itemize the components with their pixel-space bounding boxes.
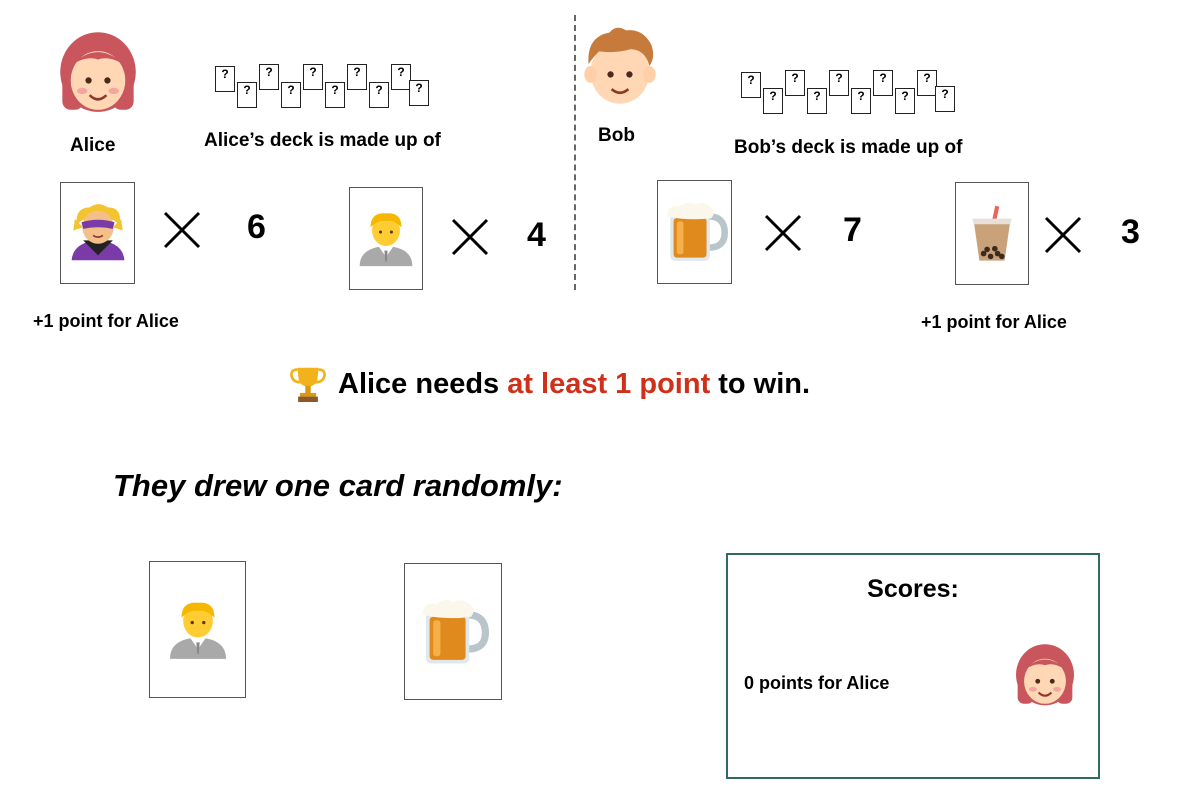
face-down-card-icon: ? xyxy=(935,86,955,112)
face-down-card-icon: ? xyxy=(281,82,301,108)
scores-panel: Scores: 0 points for Alice xyxy=(726,553,1100,779)
face-down-card-icon: ? xyxy=(741,72,761,98)
alice-name: Alice xyxy=(70,135,116,156)
face-down-card-icon: ? xyxy=(303,64,323,90)
face-down-card-icon: ? xyxy=(259,64,279,90)
alice-card-person xyxy=(349,187,423,290)
drawn-card-bob xyxy=(404,563,502,700)
alice-deck-title: Alice’s deck is made up of xyxy=(204,130,441,151)
alice-deck-stack: ? ? ? ? ? ? ? ? ? ? xyxy=(215,62,430,110)
face-down-card-icon: ? xyxy=(895,88,915,114)
drawn-card-alice xyxy=(149,561,246,698)
draw-title: They drew one card randomly: xyxy=(113,468,563,503)
superhero-icon xyxy=(70,203,125,262)
divider xyxy=(574,15,576,290)
scores-text: 0 points for Alice xyxy=(744,673,890,693)
alice-card-count: 4 xyxy=(527,216,546,254)
face-down-card-icon: ? xyxy=(347,64,367,90)
multiply-icon xyxy=(163,211,201,249)
alice-card-superhero xyxy=(60,182,135,284)
alice-point-label: +1 point for Alice xyxy=(33,311,179,331)
alice-card-count: 6 xyxy=(247,208,266,246)
bob-card-beer xyxy=(657,180,732,284)
trophy-icon xyxy=(290,367,326,402)
face-down-card-icon: ? xyxy=(763,88,783,114)
face-down-card-icon: ? xyxy=(829,70,849,96)
multiply-icon xyxy=(451,218,489,256)
win-condition: Alice needs at least 1 point to win. xyxy=(290,364,810,404)
face-down-card-icon: ? xyxy=(785,70,805,96)
face-down-card-icon: ? xyxy=(369,82,389,108)
person-icon xyxy=(359,212,413,266)
bob-point-label: +1 point for Alice xyxy=(921,312,1067,332)
multiply-icon xyxy=(1044,216,1082,254)
face-down-card-icon: ? xyxy=(215,66,235,92)
bob-deck-stack: ? ? ? ? ? ? ? ? ? ? xyxy=(741,68,956,116)
person-icon xyxy=(169,602,226,659)
face-down-card-icon: ? xyxy=(237,82,257,108)
face-down-card-icon: ? xyxy=(873,70,893,96)
bob-name: Bob xyxy=(598,125,635,146)
face-down-card-icon: ? xyxy=(807,88,827,114)
bob-avatar-icon xyxy=(583,26,657,106)
bubble-tea-icon xyxy=(972,205,1012,261)
bob-card-count: 3 xyxy=(1121,213,1140,251)
scores-title: Scores: xyxy=(867,575,959,603)
face-down-card-icon: ? xyxy=(409,80,429,106)
alice-avatar-icon xyxy=(1015,643,1075,707)
bob-card-count: 7 xyxy=(843,211,862,249)
face-down-card-icon: ? xyxy=(851,88,871,114)
win-prefix: Alice needs xyxy=(338,367,500,400)
bob-deck-title: Bob’s deck is made up of xyxy=(734,137,963,158)
face-down-card-icon: ? xyxy=(391,64,411,90)
multiply-icon xyxy=(764,214,802,252)
face-down-card-icon: ? xyxy=(917,70,937,96)
alice-avatar-icon xyxy=(58,30,138,114)
face-down-card-icon: ? xyxy=(325,82,345,108)
beer-mug-icon xyxy=(417,596,489,668)
win-suffix: to win. xyxy=(718,367,811,400)
beer-mug-icon xyxy=(662,199,728,265)
win-highlight: at least 1 point xyxy=(507,367,711,400)
bob-card-bubble-tea xyxy=(955,182,1029,285)
